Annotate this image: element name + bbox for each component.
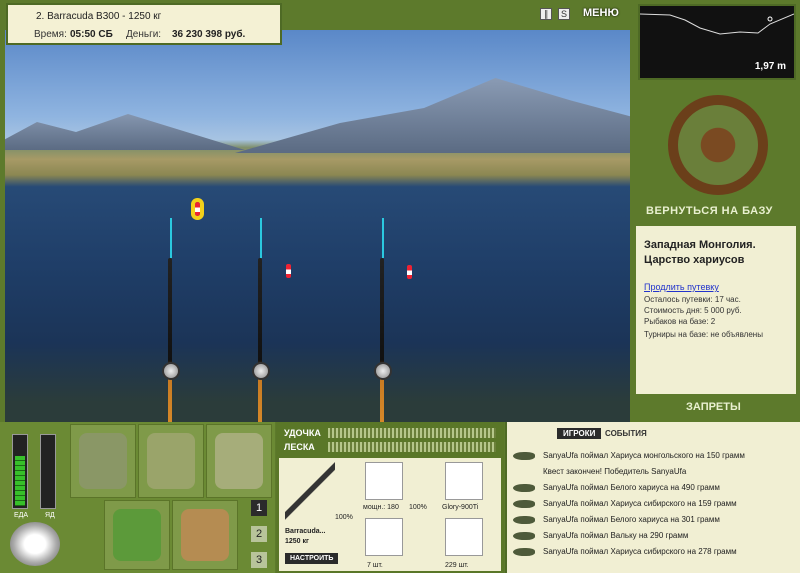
hook-count: 7 шт. — [367, 562, 383, 569]
depth-minimap[interactable]: 1,97 m — [638, 4, 796, 80]
rod-tip-1 — [170, 218, 172, 258]
time-label: Время: — [34, 29, 67, 40]
tournaments-status: Турниры на базе: не объявлены — [644, 330, 763, 339]
reel-1 — [162, 362, 180, 380]
rod-name: Barracuda... — [285, 528, 326, 535]
log-message: SanyaUfa поймал Вальку на 290 грамм — [513, 531, 796, 545]
poison-meter — [40, 434, 56, 509]
reel-slot[interactable] — [365, 462, 403, 500]
slot-bucket[interactable] — [172, 500, 238, 570]
float-3[interactable] — [407, 265, 412, 279]
event-log: ИГРОКИ СОБЫТИЯ SanyaUfa поймал Хариуса м… — [505, 422, 800, 573]
ship-wheel-icon[interactable] — [668, 95, 768, 195]
fish-icon — [513, 515, 535, 524]
line-slot[interactable] — [445, 462, 483, 500]
menu-button[interactable]: МЕНЮ — [583, 7, 619, 19]
tab-players[interactable]: ИГРОКИ — [557, 428, 602, 439]
slot-bag[interactable] — [70, 424, 136, 498]
log-message: SanyaUfa поймал Белого хариуса на 490 гр… — [513, 483, 796, 497]
reel-power: мощн.: 180 — [363, 504, 399, 511]
status-box: 2. Barracuda B300 - 1250 кг Время: 05:50… — [6, 3, 282, 45]
log-message: SanyaUfa поймал Белого хариуса на 301 гр… — [513, 515, 796, 529]
log-message: SanyaUfa поймал Хариуса монгольского на … — [513, 451, 796, 465]
location-line2: Царство хариусов — [644, 254, 745, 266]
boat-name: 2. Barracuda B300 - 1250 кг — [36, 11, 162, 22]
mountain-right — [235, 78, 630, 153]
reel-percent: 100% — [409, 504, 427, 511]
fish-icon — [513, 483, 535, 492]
slot-basket[interactable] — [104, 500, 170, 570]
food-meter — [12, 434, 28, 509]
depth-value: 1,97 m — [754, 61, 786, 72]
net-bag-icon — [147, 433, 195, 489]
rod-icon[interactable] — [285, 462, 335, 522]
time-value: 05:50 СБ — [70, 29, 113, 40]
bans-button[interactable]: ЗАПРЕТЫ — [686, 401, 741, 413]
rod-tip-2 — [260, 218, 262, 258]
money-value: 36 230 398 руб. — [172, 29, 246, 40]
rod-durability-bar — [328, 428, 496, 438]
line-name: Glory-900Ti — [442, 504, 479, 511]
location-info: Западная Монголия. Царство хариусов Прод… — [636, 226, 796, 394]
fish-icon — [513, 499, 535, 508]
bucket-icon — [181, 509, 229, 561]
tackle-panel: УДОЧКА ЛЕСКА Barracuda... 1250 кг 100% м… — [276, 422, 504, 573]
rod-weight: 1250 кг — [285, 538, 309, 545]
anglers-count: Рыбаков на базе: 2 — [644, 317, 716, 326]
tab-events[interactable]: СОБЫТИЯ — [599, 428, 653, 439]
rod-1[interactable] — [168, 258, 172, 422]
rod-tip-3 — [382, 218, 384, 258]
rod-2[interactable] — [258, 258, 262, 422]
day-cost: Стоимость дня: 5 000 руб. — [644, 306, 742, 315]
rod-3[interactable] — [380, 258, 384, 422]
return-to-base-button[interactable]: ВЕРНУТЬСЯ НА БАЗУ — [646, 205, 773, 217]
kettle-icon[interactable] — [10, 522, 60, 566]
tackle-card: Barracuda... 1250 кг 100% мощн.: 180 100… — [279, 458, 501, 571]
rod-bar-label: УДОЧКА — [284, 428, 321, 438]
mountain-left — [5, 114, 245, 150]
fish-icon — [513, 531, 535, 540]
line-tension-bar — [328, 442, 496, 452]
bait-slot[interactable] — [445, 518, 483, 556]
fish-icon — [513, 451, 535, 460]
poison-label: ЯД — [45, 512, 55, 519]
page-2-button[interactable]: 2 — [251, 526, 267, 542]
money-label: Деньги: — [126, 29, 162, 40]
rod-percent: 100% — [335, 514, 353, 521]
bag-icon — [79, 433, 127, 489]
log-message: SanyaUfa поймал Хариуса сибирского на 27… — [513, 547, 796, 561]
reel-3 — [374, 362, 392, 380]
fishing-scene[interactable] — [5, 30, 630, 422]
slot-net[interactable] — [138, 424, 204, 498]
hook-slot[interactable] — [365, 518, 403, 556]
page-1-button[interactable]: 1 — [251, 500, 267, 516]
setup-button[interactable]: НАСТРОИТЬ — [285, 553, 339, 564]
log-message: SanyaUfa поймал Хариуса сибирского на 15… — [513, 499, 796, 513]
fish-icon — [513, 547, 535, 556]
extend-permit-link[interactable]: Продлить путевку — [644, 282, 719, 292]
location-line1: Западная Монголия. — [644, 239, 756, 251]
sound-icon[interactable]: S — [558, 8, 570, 20]
vegetable-basket-icon — [113, 509, 161, 561]
food-label: ЕДА — [14, 512, 29, 519]
log-message: Квест закончен! Победитель SanyaUfa — [543, 467, 687, 476]
float-2[interactable] — [286, 264, 291, 278]
permit-remaining: Осталось путевки: 17 час. — [644, 295, 741, 304]
reel-2 — [252, 362, 270, 380]
food-meter-fill — [15, 456, 25, 506]
float-1-selected[interactable] — [195, 202, 200, 216]
slot-map[interactable] — [206, 424, 272, 498]
line-bar-label: ЛЕСКА — [284, 442, 315, 452]
map-icon — [215, 433, 263, 489]
inventory-panel: ЕДА ЯД 1 2 3 — [0, 422, 275, 573]
pause-icon[interactable]: ∥ — [540, 8, 552, 20]
bait-count: 229 шт. — [445, 562, 469, 569]
page-3-button[interactable]: 3 — [251, 552, 267, 568]
log-tabs: ИГРОКИ СОБЫТИЯ — [507, 422, 800, 444]
